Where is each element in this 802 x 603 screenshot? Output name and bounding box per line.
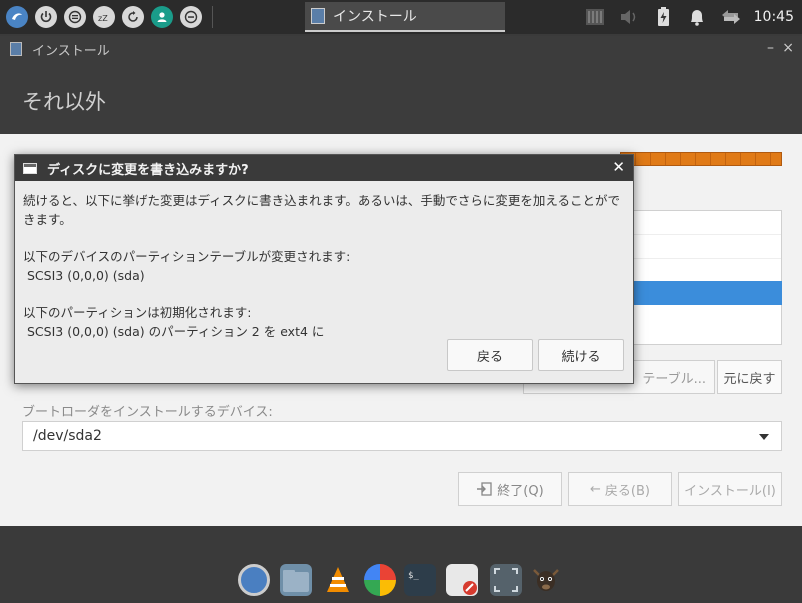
taskbar-title: インストール (333, 9, 417, 25)
format-heading: 以下のパーティションは初期化されます: (23, 305, 252, 320)
clock[interactable]: 10:45 (754, 9, 794, 25)
window-titlebar: インストール – × (0, 36, 802, 62)
dialog-continue-label: 続ける (561, 349, 601, 365)
user-icon[interactable] (151, 6, 173, 28)
table-row[interactable] (621, 235, 781, 259)
lock-icon[interactable] (180, 6, 202, 28)
window-title: インストール (32, 43, 110, 59)
system-tray: 10:45 (584, 0, 802, 34)
install-button: インストール(I) (678, 472, 782, 506)
partition-table[interactable] (620, 210, 782, 345)
installer-icon (10, 42, 22, 56)
window-icon (23, 162, 37, 174)
google-chrome-icon[interactable] (364, 564, 396, 596)
dock: $_ (0, 526, 802, 603)
battery-icon[interactable] (652, 6, 674, 28)
dialog-back-label: 戻る (476, 349, 503, 365)
revert-button[interactable]: 元に戻す (717, 360, 782, 394)
page-title: それ以外 (0, 62, 802, 134)
vlc-icon[interactable] (322, 564, 354, 596)
minimize-button[interactable]: – (767, 40, 774, 56)
installer-icon (311, 8, 325, 24)
partition-table-device: SCSI3 (0,0,0) (sda) (27, 268, 145, 283)
logout-icon[interactable] (64, 6, 86, 28)
sleep-icon[interactable]: zZ (93, 6, 115, 28)
dialog-back-button[interactable]: 戻る (447, 339, 533, 371)
screenshot-icon[interactable] (490, 564, 522, 596)
restart-icon[interactable] (122, 6, 144, 28)
top-panel: zZ インストール 10:45 (0, 0, 802, 34)
back-arrow-icon: ← (590, 481, 601, 497)
chevron-down-icon (759, 434, 769, 440)
notification-bell-icon[interactable] (686, 6, 708, 28)
terminal-icon[interactable]: $_ (404, 564, 436, 596)
svg-text:zZ: zZ (98, 14, 108, 23)
partition-table-heading: 以下のデバイスのパーティションテーブルが変更されます: (23, 249, 351, 264)
table-row-selected[interactable] (621, 281, 782, 305)
files-icon[interactable] (280, 564, 312, 596)
dialog-intro: 続けると、以下に挙げた変更はディスクに書き込まれます。あるいは、手動でさらに変更… (23, 193, 621, 227)
install-label: インストール(I) (684, 483, 776, 499)
quit-button[interactable]: 終了(Q) (458, 472, 562, 506)
format-item: SCSI3 (0,0,0) (sda) のパーティション 2 を ext4 に (27, 324, 325, 339)
bootloader-label: ブートローダをインストールするデバイス: (22, 405, 273, 420)
chromium-icon[interactable] (238, 564, 270, 596)
gnu-mascot-icon[interactable] (530, 564, 562, 596)
dialog-continue-button[interactable]: 続ける (538, 339, 624, 371)
back-label: 戻る(B) (604, 483, 650, 499)
keyboard-icon[interactable] (584, 6, 606, 28)
app-menu-icon[interactable] (6, 6, 28, 28)
dialog-close-button[interactable]: ✕ (612, 158, 625, 176)
bootloader-device-select[interactable]: /dev/sda2 (22, 421, 782, 451)
new-partition-table-label: テーブル... (642, 371, 706, 387)
table-row[interactable] (621, 211, 781, 235)
taskbar-installer-button[interactable]: インストール (305, 2, 505, 32)
dialog-body: 続けると、以下に挙げた変更はディスクに書き込まれます。あるいは、手動でさらに変更… (15, 181, 633, 341)
panel-separator (212, 6, 213, 28)
dialog-titlebar: ディスクに変更を書き込みますか? ✕ (15, 155, 633, 181)
power-icon[interactable] (35, 6, 57, 28)
close-button[interactable]: × (782, 40, 794, 56)
text-editor-icon[interactable] (446, 564, 478, 596)
back-button: ← 戻る(B) (568, 472, 672, 506)
confirm-write-dialog: ディスクに変更を書き込みますか? ✕ 続けると、以下に挙げた変更はディスクに書き… (14, 154, 634, 384)
dialog-title: ディスクに変更を書き込みますか? (47, 162, 249, 178)
bootloader-device-value: /dev/sda2 (33, 428, 102, 444)
svg-text:$_: $_ (408, 571, 419, 581)
quit-label: 終了(Q) (497, 483, 544, 499)
network-icon[interactable] (720, 6, 742, 28)
disk-usage-bar (620, 152, 782, 166)
revert-label: 元に戻す (723, 371, 776, 387)
volume-icon[interactable] (618, 6, 640, 28)
exit-icon (477, 482, 492, 496)
